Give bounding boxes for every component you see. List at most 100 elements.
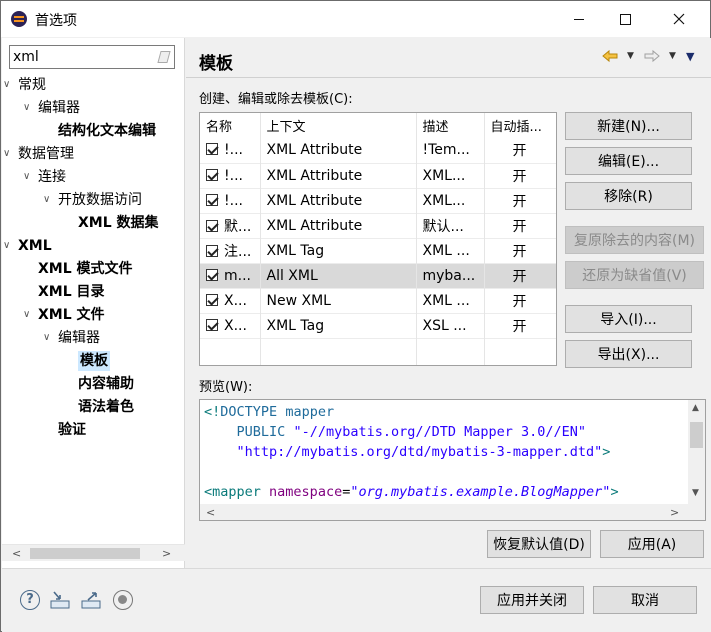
tree-item[interactable]: XML 模式文件 — [38, 259, 133, 279]
scroll-right-icon[interactable]: > — [162, 545, 171, 562]
table-row[interactable]: X... New XML XML ... 开 — [200, 288, 556, 314]
scroll-left-icon[interactable]: < — [12, 545, 21, 562]
table-row[interactable]: !... XML Attribute XML... 开 — [200, 188, 556, 214]
tree-item[interactable]: 开放数据访问 — [58, 190, 142, 210]
revert-to-default-button[interactable]: 还原为缺省值(V) — [565, 261, 704, 289]
tree-expand-icon[interactable]: ∨ — [3, 144, 10, 164]
apply-button[interactable]: 应用(A) — [600, 530, 704, 558]
column-divider — [484, 113, 485, 365]
enabled-checkbox[interactable] — [206, 193, 218, 206]
tree-item[interactable]: 结构化文本编辑 — [58, 121, 156, 141]
clear-filter-icon[interactable] — [157, 51, 171, 63]
preview-vertical-scrollbar[interactable]: ▲ ▼ — [688, 400, 705, 504]
tree-item[interactable]: 数据管理 — [18, 144, 74, 164]
templates-table[interactable]: 名称 上下文 描述 自动插... !... XML Attribute !Tem..… — [199, 112, 557, 366]
forward-history-dropdown-icon[interactable]: ▼ — [669, 51, 676, 61]
table-row[interactable]: m... All XML myba... 开 — [200, 263, 556, 289]
table-row[interactable]: X... XML Tag XSL ... 开 — [200, 313, 556, 339]
scroll-left-icon[interactable]: < — [206, 504, 215, 520]
column-header-auto-insert[interactable]: 自动插... — [484, 113, 556, 138]
tree-item[interactable]: 内容辅助 — [78, 374, 134, 394]
enabled-checkbox[interactable] — [206, 168, 218, 181]
import-preferences-icon[interactable] — [49, 590, 71, 610]
edit-button[interactable]: 编辑(E)... — [565, 147, 692, 175]
auto-insert-cell: 开 — [484, 263, 556, 289]
restore-defaults-button[interactable]: 恢复默认值(D) — [487, 530, 591, 558]
table-row[interactable]: !... XML Attribute !Tem... 开 — [200, 138, 556, 164]
tree-expand-icon[interactable]: ∨ — [43, 190, 50, 210]
remove-button[interactable]: 移除(R) — [565, 182, 692, 210]
tree-expand-icon[interactable]: ∨ — [3, 75, 10, 95]
apply-and-close-button[interactable]: 应用并关闭 — [480, 586, 584, 614]
table-row[interactable]: 默... XML Attribute 默认... 开 — [200, 213, 556, 239]
close-button[interactable] — [656, 1, 702, 37]
new-button[interactable]: 新建(N)... — [565, 112, 692, 140]
enabled-checkbox[interactable] — [206, 268, 218, 281]
tree-item[interactable]: 编辑器 — [58, 328, 100, 348]
template-name: 默... — [224, 218, 252, 235]
name-cell[interactable]: m... — [200, 263, 261, 289]
export-button[interactable]: 导出(X)... — [565, 340, 692, 368]
tree-item[interactable]: 连接 — [38, 167, 66, 187]
tree-item[interactable]: XML — [18, 236, 52, 256]
scroll-thumb[interactable] — [30, 548, 140, 559]
filter-input[interactable] — [13, 48, 153, 66]
name-cell[interactable]: !... — [200, 188, 261, 214]
scroll-up-icon[interactable]: ▲ — [692, 403, 699, 413]
back-arrow-icon[interactable] — [602, 48, 618, 64]
enabled-checkbox[interactable] — [206, 318, 218, 331]
tree-item[interactable]: 语法着色 — [78, 397, 134, 417]
tree-item[interactable]: 编辑器 — [38, 98, 80, 118]
tree-item[interactable]: 验证 — [58, 420, 86, 440]
eclipse-app-icon — [11, 11, 27, 27]
tree-item[interactable]: 模板 — [78, 351, 110, 371]
name-cell[interactable]: !... — [200, 138, 261, 164]
preview-horizontal-scrollbar[interactable]: < > — [200, 504, 705, 520]
description-cell: XML... — [416, 163, 485, 189]
table-row[interactable]: !... XML Attribute XML... 开 — [200, 163, 556, 189]
export-preferences-icon[interactable] — [80, 590, 102, 610]
auto-insert-cell: 开 — [484, 288, 556, 314]
title-bar: 首选项 — [1, 1, 710, 37]
name-cell[interactable]: X... — [200, 288, 261, 314]
minimize-button[interactable] — [556, 1, 602, 37]
record-icon[interactable] — [113, 590, 133, 610]
name-cell[interactable]: 注... — [200, 238, 261, 264]
filter-box — [9, 45, 175, 69]
tree-expand-icon[interactable]: ∨ — [3, 236, 10, 256]
tree-item[interactable]: XML 目录 — [38, 282, 105, 302]
forward-arrow-icon[interactable] — [644, 48, 660, 64]
cancel-button[interactable]: 取消 — [593, 586, 697, 614]
tree-item[interactable]: XML 数据集 — [78, 213, 159, 233]
scroll-down-icon[interactable]: ▼ — [692, 488, 699, 498]
back-history-dropdown-icon[interactable]: ▼ — [627, 51, 634, 61]
template-name: !... — [224, 192, 243, 209]
template-preview[interactable]: <!DOCTYPE mapper PUBLIC "-//mybatis.org/… — [199, 399, 706, 521]
tree-expand-icon[interactable]: ∨ — [43, 328, 50, 348]
help-icon[interactable]: ? — [20, 590, 40, 610]
tree-expand-icon[interactable]: ∨ — [23, 98, 30, 118]
view-menu-icon[interactable]: ▼ — [686, 50, 694, 63]
tree-horizontal-scrollbar[interactable]: < > — [2, 544, 185, 561]
import-button[interactable]: 导入(I)... — [565, 305, 692, 333]
enabled-checkbox[interactable] — [206, 143, 218, 156]
enabled-checkbox[interactable] — [206, 244, 218, 257]
maximize-button[interactable] — [602, 1, 648, 37]
scroll-thumb[interactable] — [690, 422, 703, 448]
name-cell[interactable]: X... — [200, 313, 261, 339]
scroll-right-icon[interactable]: > — [670, 504, 679, 520]
tree-item[interactable]: XML 文件 — [38, 305, 105, 325]
column-header-name[interactable]: 名称 — [200, 113, 261, 138]
tree-item[interactable]: 常规 — [18, 75, 46, 95]
tree-expand-icon[interactable]: ∨ — [23, 167, 30, 187]
table-row[interactable]: 注... XML Tag XML ... 开 — [200, 238, 556, 264]
tree-expand-icon[interactable]: ∨ — [23, 305, 30, 325]
restore-removed-button[interactable]: 复原除去的内容(M) — [565, 226, 704, 254]
column-header-description[interactable]: 描述 — [416, 113, 485, 138]
enabled-checkbox[interactable] — [206, 293, 218, 306]
enabled-checkbox[interactable] — [206, 219, 218, 232]
name-cell[interactable]: 默... — [200, 213, 261, 239]
column-header-context[interactable]: 上下文 — [260, 113, 417, 138]
name-cell[interactable]: !... — [200, 163, 261, 189]
context-cell: XML Tag — [260, 238, 417, 264]
